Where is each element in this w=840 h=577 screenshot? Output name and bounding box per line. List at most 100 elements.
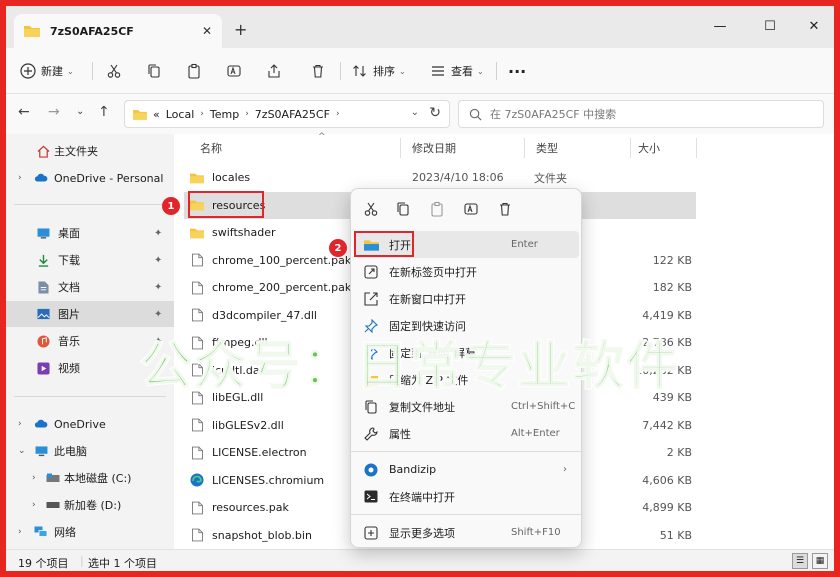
forward-button[interactable]: →	[48, 104, 60, 120]
recent-locations-button[interactable]: ⌄	[76, 106, 84, 117]
file-size: 4,606 KB	[642, 473, 692, 487]
sidebar-label: 本地磁盘 (C:)	[64, 472, 132, 485]
column-divider[interactable]	[630, 138, 631, 158]
divider	[14, 204, 166, 205]
sidebar-item-downloads[interactable]: 下载 ✦	[6, 247, 174, 273]
scissors-icon	[107, 64, 121, 78]
sidebar-item-home[interactable]: 主文件夹	[6, 138, 174, 164]
trash-icon[interactable]	[497, 201, 513, 217]
column-divider[interactable]	[696, 138, 697, 158]
rename-icon[interactable]	[463, 201, 479, 217]
tab-title: 7zS0AFA25CF	[50, 24, 134, 38]
trash-icon	[313, 64, 323, 78]
sidebar-item-local-disk-c[interactable]: › 本地磁盘 (C:)	[6, 465, 174, 491]
sidebar-item-this-pc[interactable]: ⌄ 此电脑	[6, 438, 174, 464]
item-count: 19 个项目	[18, 557, 69, 570]
context-item-bandizip[interactable]: Bandizip ›	[355, 456, 579, 483]
context-item-show-more[interactable]: 显示更多选项 Shift+F10	[355, 519, 579, 546]
delete-button[interactable]	[310, 59, 326, 83]
chevron-right-icon[interactable]: ›	[18, 419, 22, 429]
context-item-label: 属性	[389, 427, 411, 441]
address-bar[interactable]: « Local › Temp › 7zS0AFA25CF › ⌄ ↻	[124, 100, 450, 128]
column-header-date[interactable]: 修改日期	[412, 134, 456, 162]
search-box[interactable]: 在 7zS0AFA25CF 中搜索	[458, 100, 824, 128]
sidebar-item-desktop[interactable]: 桌面 ✦	[6, 220, 174, 246]
context-item-shortcut: Enter	[511, 239, 538, 250]
minimize-button[interactable]: —	[708, 14, 732, 38]
context-item-open-new-tab[interactable]: 在新标签页中打开	[355, 258, 579, 285]
back-button[interactable]: ←	[18, 104, 30, 120]
refresh-icon[interactable]: ↻	[429, 105, 441, 121]
sidebar-item-onedrive[interactable]: › OneDrive	[6, 411, 174, 437]
context-item-label: 显示更多选项	[389, 526, 455, 540]
cut-icon[interactable]	[363, 201, 379, 217]
pictures-icon	[36, 307, 50, 321]
sidebar-item-documents[interactable]: 文档 ✦	[6, 274, 174, 300]
rename-button[interactable]	[226, 59, 242, 83]
tab-close-icon[interactable]: ✕	[202, 24, 212, 38]
file-icon	[190, 418, 204, 432]
context-item-shortcut: Alt+Enter	[511, 428, 560, 439]
breadcrumb-local[interactable]: Local	[166, 108, 195, 121]
address-history-chevron-icon[interactable]: ⌄	[411, 107, 419, 118]
sidebar-label: 图片	[58, 308, 80, 321]
column-divider[interactable]	[400, 138, 401, 158]
new-tab-button[interactable]: +	[234, 20, 247, 39]
highlight-box-resources	[188, 191, 264, 218]
folder-icon	[190, 226, 204, 240]
breadcrumb-current[interactable]: 7zS0AFA25CF	[255, 108, 330, 121]
column-header-name[interactable]: 名称 ^	[200, 132, 326, 162]
column-header-type[interactable]: 类型	[536, 134, 558, 162]
tiles-view-button[interactable]: ▦	[812, 553, 828, 569]
copy-icon[interactable]	[395, 201, 411, 217]
divider	[92, 62, 93, 80]
sort-button[interactable]: 排序 ⌄	[352, 59, 406, 83]
breadcrumb-temp[interactable]: Temp	[210, 108, 239, 121]
sort-ascending-icon: ^	[318, 132, 326, 142]
file-size: 2 KB	[666, 446, 692, 459]
context-menu-quick-actions	[351, 189, 583, 229]
context-item-label: Bandizip	[389, 463, 437, 476]
chevron-down-icon[interactable]: ⌄	[18, 446, 26, 456]
breadcrumb-overflow[interactable]: «	[153, 108, 160, 121]
context-item-open-terminal[interactable]: 在终端中打开	[355, 483, 579, 510]
cut-button[interactable]	[106, 59, 122, 83]
sort-icon	[353, 65, 366, 77]
sidebar-label: OneDrive	[54, 417, 106, 431]
file-icon	[190, 308, 204, 322]
up-button[interactable]: ↑	[98, 104, 110, 120]
sidebar-item-onedrive-personal[interactable]: › OneDrive - Personal	[6, 165, 174, 191]
chevron-right-icon[interactable]: ›	[32, 473, 36, 483]
tab-current-folder[interactable]: 7zS0AFA25CF ✕	[14, 14, 222, 48]
new-label: 新建	[41, 65, 63, 78]
chevron-right-icon[interactable]: ›	[18, 527, 22, 537]
share-button[interactable]	[266, 59, 282, 83]
context-item-properties[interactable]: 属性 Alt+Enter	[355, 420, 579, 447]
sidebar-label: 桌面	[58, 227, 80, 240]
file-row[interactable]: locales 2023/4/10 18:06 文件夹	[184, 164, 696, 191]
context-item-open-new-window[interactable]: 在新窗口中打开	[355, 285, 579, 312]
details-view-button[interactable]: ☰	[792, 553, 808, 569]
folder-icon	[190, 171, 204, 185]
new-button[interactable]: 新建 ⌄	[20, 59, 74, 83]
close-window-button[interactable]: ✕	[802, 14, 826, 38]
command-bar: 新建 ⌄ 排序 ⌄ 查看 ⌄ ···	[6, 48, 834, 94]
copy-button[interactable]	[146, 59, 162, 83]
pin-icon: ✦	[154, 281, 163, 293]
file-size: 51 KB	[659, 528, 692, 542]
chevron-right-icon[interactable]: ›	[18, 173, 22, 183]
maximize-button[interactable]: ☐	[758, 14, 782, 38]
column-header-size[interactable]: 大小	[638, 134, 660, 162]
sidebar-item-new-volume-d[interactable]: › 新加卷 (D:)	[6, 492, 174, 518]
column-divider[interactable]	[524, 138, 525, 158]
new-window-icon	[363, 291, 379, 307]
chevron-right-icon[interactable]: ›	[32, 500, 36, 510]
more-options-button[interactable]: ···	[508, 59, 526, 83]
sidebar-item-network[interactable]: › 网络	[6, 519, 174, 545]
search-placeholder: 在 7zS0AFA25CF 中搜索	[490, 108, 617, 121]
home-icon	[36, 144, 50, 158]
paste-icon[interactable]	[429, 201, 445, 217]
file-name: libGLESv2.dll	[212, 418, 284, 432]
paste-button[interactable]	[186, 59, 202, 83]
view-button[interactable]: 查看 ⌄	[430, 59, 484, 83]
